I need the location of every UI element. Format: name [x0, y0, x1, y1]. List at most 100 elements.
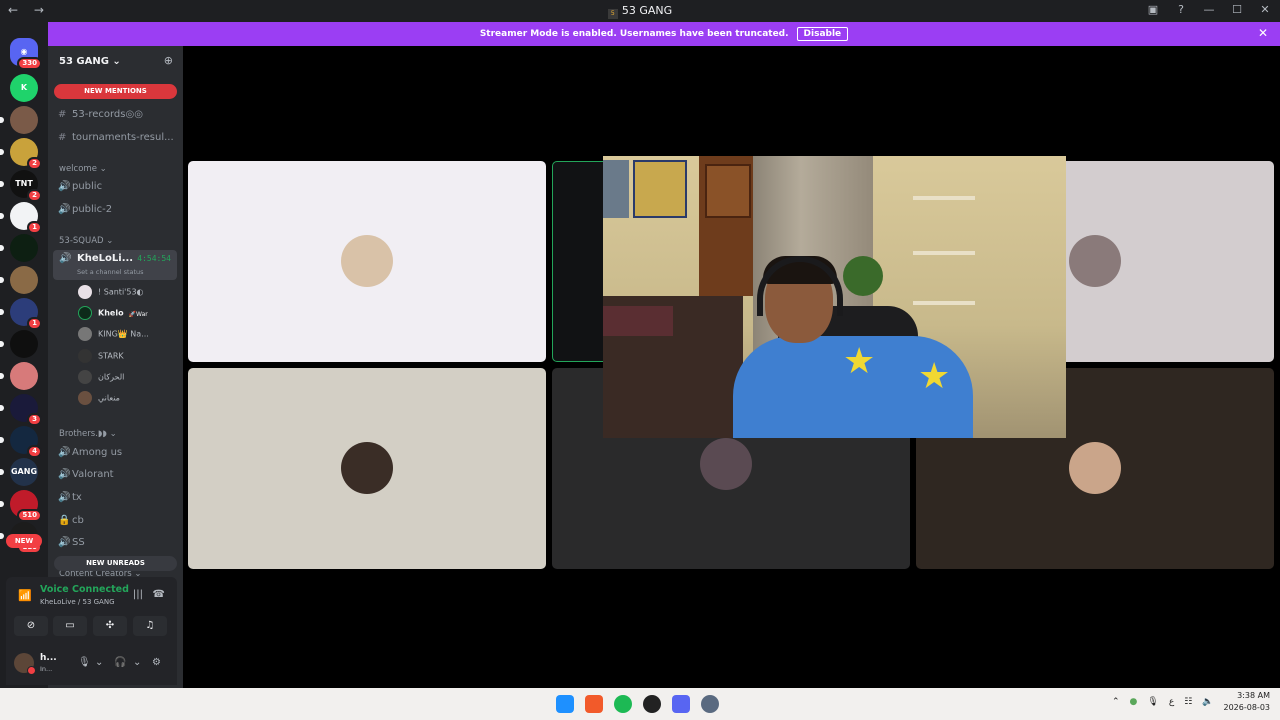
voice-user[interactable]: STARK	[78, 348, 124, 363]
server-icon[interactable]: TNT 2	[0, 170, 42, 202]
server-icon[interactable]: 3	[0, 394, 42, 426]
headphones-icon[interactable]: 🎧	[114, 657, 126, 668]
settings-gear-icon[interactable]: ⚙	[152, 657, 161, 668]
server-icon[interactable]: 2	[0, 138, 42, 170]
channel-public[interactable]: 🔊 public	[58, 181, 102, 192]
signal-icon[interactable]: 📶	[18, 589, 32, 602]
system-tray: ⌃ ● 🎙 ع ☷ 🔈 3:38 AM 2026-08-03	[1112, 690, 1270, 714]
windows-start-icon[interactable]	[556, 695, 574, 713]
disconnect-icon[interactable]: ☎	[153, 589, 165, 600]
obs-icon[interactable]	[643, 695, 661, 713]
brave-browser-icon[interactable]	[585, 695, 603, 713]
screen-share-stream[interactable]: ★ ★	[603, 156, 1066, 438]
avatar	[341, 235, 393, 287]
noise-suppression-icon[interactable]: |||	[133, 589, 143, 600]
category-brothers[interactable]: Brothers.◗◗ ⌄	[59, 429, 117, 439]
new-pill[interactable]: NEW	[6, 534, 42, 548]
wall-poster	[633, 160, 687, 218]
clock[interactable]: 3:38 AM 2026-08-03	[1224, 690, 1271, 714]
microphone-icon[interactable]: 🎙	[1147, 697, 1158, 707]
voice-user[interactable]: Khelo 🚀War	[78, 306, 148, 321]
screen-share-button[interactable]: ▭	[53, 616, 87, 636]
speaker-icon: 🔊	[58, 204, 71, 215]
server-icon[interactable]: 1	[0, 298, 42, 330]
server-icon[interactable]	[0, 106, 38, 134]
unread-indicator	[0, 405, 4, 411]
microphone-icon[interactable]: 🎙	[78, 657, 91, 668]
channel-among-us[interactable]: 🔊 Among us	[58, 447, 122, 458]
close-window-button[interactable]: ✕	[1258, 3, 1272, 16]
channel-valorant[interactable]: 🔊 Valorant	[58, 469, 114, 480]
channel-tournaments[interactable]: # tournaments-resul...	[58, 132, 174, 143]
add-member-icon[interactable]: ⊕	[164, 54, 173, 67]
disable-streamer-button[interactable]: Disable	[796, 27, 849, 41]
help-icon[interactable]: ?	[1174, 3, 1188, 16]
channel-53-records[interactable]: #53-records◎◎	[58, 109, 143, 120]
new-unreads-pill[interactable]: NEW UNREADS	[54, 556, 177, 571]
voice-user-name: KING👑 Na...	[98, 329, 149, 339]
server-icon[interactable]	[0, 330, 38, 358]
unread-indicator	[0, 213, 4, 219]
camera-off-button[interactable]: ⊘	[14, 616, 48, 636]
discord-icon[interactable]	[672, 695, 690, 713]
unread-indicator	[0, 437, 4, 443]
soundboard-button[interactable]: ♫	[133, 616, 167, 636]
voice-user-name: Khelo	[98, 308, 124, 318]
server-icon[interactable]: K	[10, 74, 38, 102]
channel-cb[interactable]: 🔒 cb	[58, 515, 84, 526]
chevron-down-icon[interactable]: ⌄	[133, 657, 141, 668]
new-mentions-pill[interactable]: NEW MENTIONS	[54, 84, 177, 99]
server-icon[interactable]	[0, 362, 38, 390]
server-icon[interactable]	[0, 266, 38, 294]
wifi-icon[interactable]: ☷	[1184, 697, 1192, 707]
channel-ss[interactable]: 🔊 SS	[58, 537, 85, 548]
status-dot-icon[interactable]: ●	[1130, 697, 1138, 707]
windows-taskbar: ⌃ ● 🎙 ع ☷ 🔈 3:38 AM 2026-08-03	[0, 688, 1280, 720]
chevron-down-icon[interactable]: ⌄	[95, 657, 103, 668]
user-panel: h... In... 🎙 ⌄ 🎧 ⌄ ⚙	[6, 643, 177, 685]
server-icon[interactable]: 1	[0, 202, 42, 234]
channel-public-2[interactable]: 🔊 public-2	[58, 204, 112, 215]
activities-button[interactable]: ✣	[93, 616, 127, 636]
server-icon[interactable]: 4	[0, 426, 42, 458]
server-icon[interactable]: GANG	[0, 458, 38, 486]
avatar	[78, 285, 92, 299]
avatar[interactable]	[14, 653, 36, 675]
language-indicator[interactable]: ع	[1169, 697, 1174, 707]
active-voice-channel[interactable]: 🔊 KheLoLi... 4:54:54 Set a channel statu…	[53, 250, 177, 280]
maximize-button[interactable]: ☐	[1230, 3, 1244, 16]
channel-status[interactable]: Set a channel status	[77, 268, 144, 276]
speaker-icon: 🔊	[58, 469, 71, 480]
mention-badge: 4	[27, 445, 42, 458]
inbox-icon[interactable]: ▣	[1146, 3, 1160, 16]
voice-user[interactable]: ! Santi'53◐	[78, 285, 144, 299]
avatar	[1069, 235, 1121, 287]
voice-user[interactable]: منعاني	[78, 391, 120, 405]
unread-indicator	[0, 341, 4, 347]
category-53-squad[interactable]: 53-SQUAD ⌄	[59, 236, 113, 246]
close-banner-icon[interactable]: ✕	[1258, 26, 1268, 40]
server-icon[interactable]	[0, 234, 38, 262]
spotify-icon[interactable]	[614, 695, 632, 713]
voice-user[interactable]: KING👑 Na...	[78, 327, 149, 342]
category-welcome[interactable]: welcome ⌄	[59, 164, 107, 174]
volume-icon[interactable]: 🔈	[1202, 697, 1213, 707]
mention-badge: 1	[27, 221, 42, 234]
streamer-mode-banner: Streamer Mode is enabled. Usernames have…	[48, 22, 1280, 46]
user-name[interactable]: h...	[40, 653, 57, 663]
settings-app-icon[interactable]	[701, 695, 719, 713]
server-icon[interactable]: 510	[0, 490, 42, 522]
unread-indicator	[0, 309, 4, 315]
voice-subtitle[interactable]: KheLoLive / 53 GANG	[40, 598, 115, 606]
shelf	[913, 196, 975, 200]
unread-indicator	[0, 469, 4, 475]
minimize-button[interactable]: —	[1202, 3, 1216, 16]
video-tile[interactable]	[188, 161, 546, 362]
server-name[interactable]: 53 GANG ⌄	[59, 56, 121, 67]
voice-user[interactable]: الحركان	[78, 369, 124, 384]
chevron-up-icon[interactable]: ⌃	[1112, 697, 1120, 707]
speaker-icon: 🔊	[58, 492, 71, 503]
channel-tx[interactable]: 🔊 tx	[58, 492, 82, 503]
video-tile[interactable]	[188, 368, 546, 569]
server-icon[interactable]: ◉ 330	[10, 38, 42, 70]
